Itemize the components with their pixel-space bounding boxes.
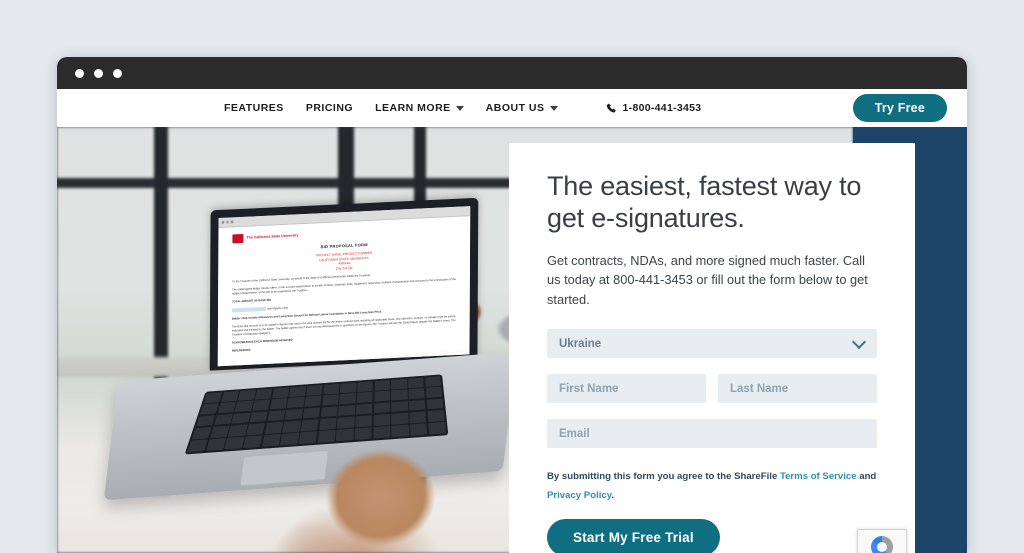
browser-titlebar <box>57 57 967 89</box>
recaptcha-badge[interactable]: reCAPTCHA Privacy - Terms <box>857 529 907 553</box>
document-input-box <box>232 306 267 313</box>
document-logo-text: The California State University <box>246 233 299 240</box>
phone-handset-icon <box>606 103 616 113</box>
nav-links: FEATURES PRICING LEARN MORE ABOUT US 1-8… <box>224 102 701 114</box>
nav-item-features-label: FEATURES <box>224 102 284 114</box>
legal-and: and <box>856 471 877 483</box>
legal-prefix: By submitting this form you agree to the… <box>547 471 780 483</box>
laptop-document: The California State University BID PROP… <box>217 216 471 367</box>
start-free-trial-button[interactable]: Start My Free Trial <box>547 519 720 553</box>
try-free-button[interactable]: Try Free <box>852 94 947 122</box>
last-name-input[interactable] <box>718 374 877 404</box>
page-title: The easiest, fastest way to get e-signat… <box>547 171 862 233</box>
nav-item-about-us-label: ABOUT US <box>485 102 545 114</box>
window-close-dot[interactable] <box>75 68 84 78</box>
country-select-value: Ukraine <box>547 329 877 359</box>
screen-dot <box>221 221 225 224</box>
chevron-down-icon <box>549 105 558 111</box>
window-maximize-dot[interactable] <box>113 68 122 78</box>
name-row <box>547 374 877 404</box>
document-amount-note: (sum figures only) <box>266 306 289 311</box>
legal-disclaimer: By submitting this form you agree to the… <box>547 468 877 505</box>
nav-item-pricing-label: PRICING <box>305 102 354 114</box>
chevron-down-icon <box>455 105 464 111</box>
privacy-policy-link[interactable]: Privacy Policy <box>547 490 611 501</box>
laptop-photo: The California State University BID PROP… <box>103 197 519 553</box>
country-select[interactable]: Ukraine <box>547 329 877 359</box>
legal-suffix: . <box>611 489 615 501</box>
screen-dot <box>225 220 229 224</box>
nav-item-learn-more-label: LEARN MORE <box>375 102 451 114</box>
email-input[interactable] <box>547 419 877 449</box>
terms-of-service-link[interactable]: Terms of Service <box>780 471 857 482</box>
csu-logo-icon <box>232 233 244 244</box>
nav-item-features[interactable]: FEATURES <box>224 102 284 114</box>
nav-item-learn-more[interactable]: LEARN MORE <box>375 102 464 114</box>
nav-phone-label: 1-800-441-3453 <box>622 102 702 114</box>
hero-form-card: The easiest, fastest way to get e-signat… <box>509 143 915 553</box>
nav-phone-number[interactable]: 1-800-441-3453 <box>606 102 702 114</box>
window-minimize-dot[interactable] <box>94 68 103 78</box>
hand-photo <box>300 420 460 553</box>
nav-item-about-us[interactable]: ABOUT US <box>486 102 558 114</box>
screen-dot <box>230 220 234 224</box>
recaptcha-icon <box>871 535 893 553</box>
browser-window: FEATURES PRICING LEARN MORE ABOUT US 1-8… <box>57 57 967 553</box>
laptop-screen: The California State University BID PROP… <box>217 206 471 367</box>
site-navigation: FEATURES PRICING LEARN MORE ABOUT US 1-8… <box>57 89 967 127</box>
hero-subtext: Get contracts, NDAs, and more signed muc… <box>547 252 868 307</box>
nav-item-pricing[interactable]: PRICING <box>306 102 353 114</box>
laptop-lid: The California State University BID PROP… <box>209 197 479 371</box>
hero-section: The California State University BID PROP… <box>57 127 967 553</box>
first-name-input[interactable] <box>547 374 706 404</box>
